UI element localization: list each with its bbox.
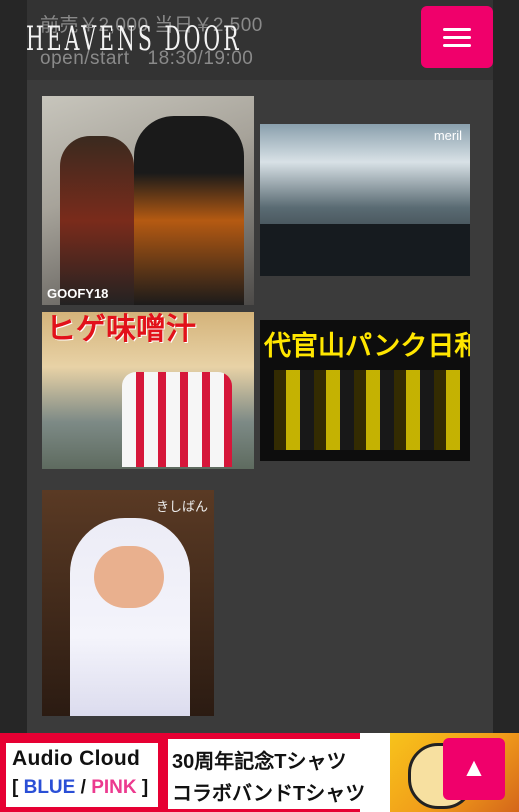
site-header: 前売￥2,000 当日￥2,500 open/start 18:30/19:00 … xyxy=(0,0,519,80)
bracket-open: [ xyxy=(12,777,19,798)
performer-photo-meril[interactable]: meril xyxy=(260,124,470,276)
option-pink: PINK xyxy=(91,777,137,798)
performer-figure xyxy=(134,116,244,305)
banner-color-options: [ BLUE / PINK ] xyxy=(12,777,148,799)
performer-figure xyxy=(60,136,134,305)
performer-caption: きしばん xyxy=(155,499,208,514)
performer-photo-kishiban[interactable]: きしばん xyxy=(42,490,214,716)
stage-area xyxy=(260,224,470,276)
up-arrow-icon: ▲ xyxy=(461,752,487,782)
performer-photo-higemisoshiru[interactable]: ヒゲ味噌汁 xyxy=(42,312,254,469)
performer-caption: meril xyxy=(433,128,462,143)
site-logo[interactable]: HEAVENS DOOR xyxy=(26,10,242,68)
option-separator: / xyxy=(80,777,86,798)
performer-face xyxy=(94,546,164,608)
banner-audio-cloud-title: Audio Cloud xyxy=(12,747,141,770)
bracket-close: ] xyxy=(141,777,149,798)
performer-figure xyxy=(122,372,232,467)
performer-photo-goofy18[interactable]: GOOFY18 xyxy=(42,96,254,305)
menu-button[interactable] xyxy=(421,6,493,68)
performer-figure xyxy=(274,370,460,450)
performer-caption: GOOFY18 xyxy=(47,286,109,301)
performer-title-logo: 代官山パンク日和 xyxy=(264,331,470,361)
banner-tshirt-line-2: コラボバンドTシャツ xyxy=(172,783,366,805)
promo-banner[interactable]: Audio Cloud [ BLUE / PINK ] 30周年記念Tシャツ コ… xyxy=(0,733,519,812)
back-to-top-button[interactable]: ▲ xyxy=(443,738,505,800)
option-blue: BLUE xyxy=(23,777,76,798)
performer-title-logo: ヒゲ味噌汁 xyxy=(46,313,196,346)
performer-photo-daikanyama-punk[interactable]: 代官山パンク日和 xyxy=(260,320,470,461)
banner-tshirt-line-1: 30周年記念Tシャツ xyxy=(172,751,347,773)
